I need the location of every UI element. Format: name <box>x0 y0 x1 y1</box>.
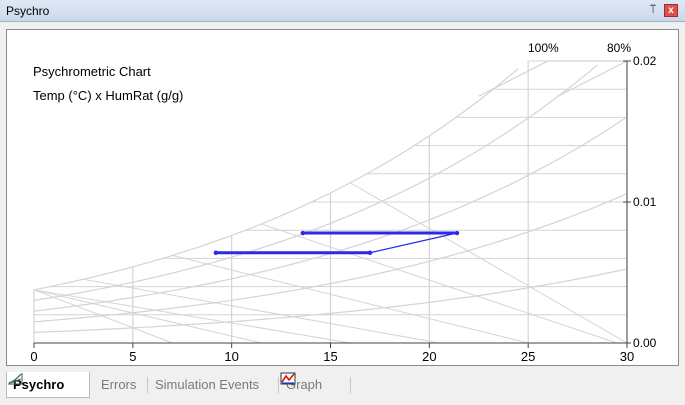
tab-errors[interactable]: Errors <box>95 372 142 398</box>
chart-area: 0 5 10 15 20 25 30 0.00 0.01 0.02 Psychrometric C… <box>6 29 679 366</box>
bottom-tab-bar: Psychro Errors Simulation Events Graph <box>0 372 685 405</box>
enthalpy-line <box>83 278 440 344</box>
tab-label: Errors <box>101 377 137 392</box>
y-tick-label: 0.02 <box>633 54 657 68</box>
tab-separator <box>147 377 148 393</box>
pin-icon[interactable]: ⍡ <box>646 3 660 17</box>
enthalpy-line <box>172 254 529 344</box>
y-tick-label: 0.01 <box>633 195 657 209</box>
state-point <box>367 250 373 255</box>
enthalpy-line <box>33 289 173 344</box>
close-icon[interactable]: x <box>664 4 678 17</box>
tab-psychro[interactable]: Psychro <box>6 372 90 398</box>
state-point <box>213 250 219 255</box>
rh-80-extension <box>557 60 628 97</box>
chart-marks <box>213 230 460 255</box>
psychro-chart-icon <box>8 373 23 385</box>
rh-100-extension <box>478 60 549 97</box>
chart-grid <box>33 60 628 344</box>
graph-icon <box>280 372 296 385</box>
state-point <box>454 230 460 236</box>
tab-separator <box>278 377 279 393</box>
x-tick-label: 15 <box>323 349 337 364</box>
title-bar: Psychro ⍡ x <box>0 0 685 22</box>
psychro-window: Psychro ⍡ x 0 5 10 15 20 25 30 0.00 0.01 0.02 Psy… <box>0 0 685 405</box>
rh-label-80: 80% <box>607 41 631 55</box>
enthalpy-line <box>261 223 618 344</box>
enthalpy-line <box>350 182 628 344</box>
window-title: Psychro <box>6 4 50 18</box>
x-tick-label: 10 <box>224 349 238 364</box>
x-tick-label: 0 <box>30 349 37 364</box>
x-tick-label: 25 <box>521 349 535 364</box>
tab-separator <box>350 377 351 393</box>
x-tick-label: 20 <box>422 349 436 364</box>
rh-label-100: 100% <box>528 41 559 55</box>
psychrometric-chart: 0 5 10 15 20 25 300.00 0.01 0.02 Psychrometric C… <box>30 41 657 364</box>
state-point <box>300 230 306 236</box>
tab-label: Simulation Events <box>155 377 260 392</box>
chart-title: Psychrometric Chart <box>33 64 151 79</box>
tab-graph[interactable]: Graph <box>280 372 328 398</box>
y-tick-label: 0.00 <box>633 336 657 350</box>
tab-simulation-events[interactable]: Simulation Events <box>149 372 265 398</box>
enthalpy-line <box>33 289 262 344</box>
x-tick-label: 5 <box>129 349 136 364</box>
x-tick-label: 30 <box>620 349 634 364</box>
process-segment <box>369 232 458 254</box>
chart-subtitle: Temp (°C) x HumRat (g/g) <box>33 88 183 103</box>
